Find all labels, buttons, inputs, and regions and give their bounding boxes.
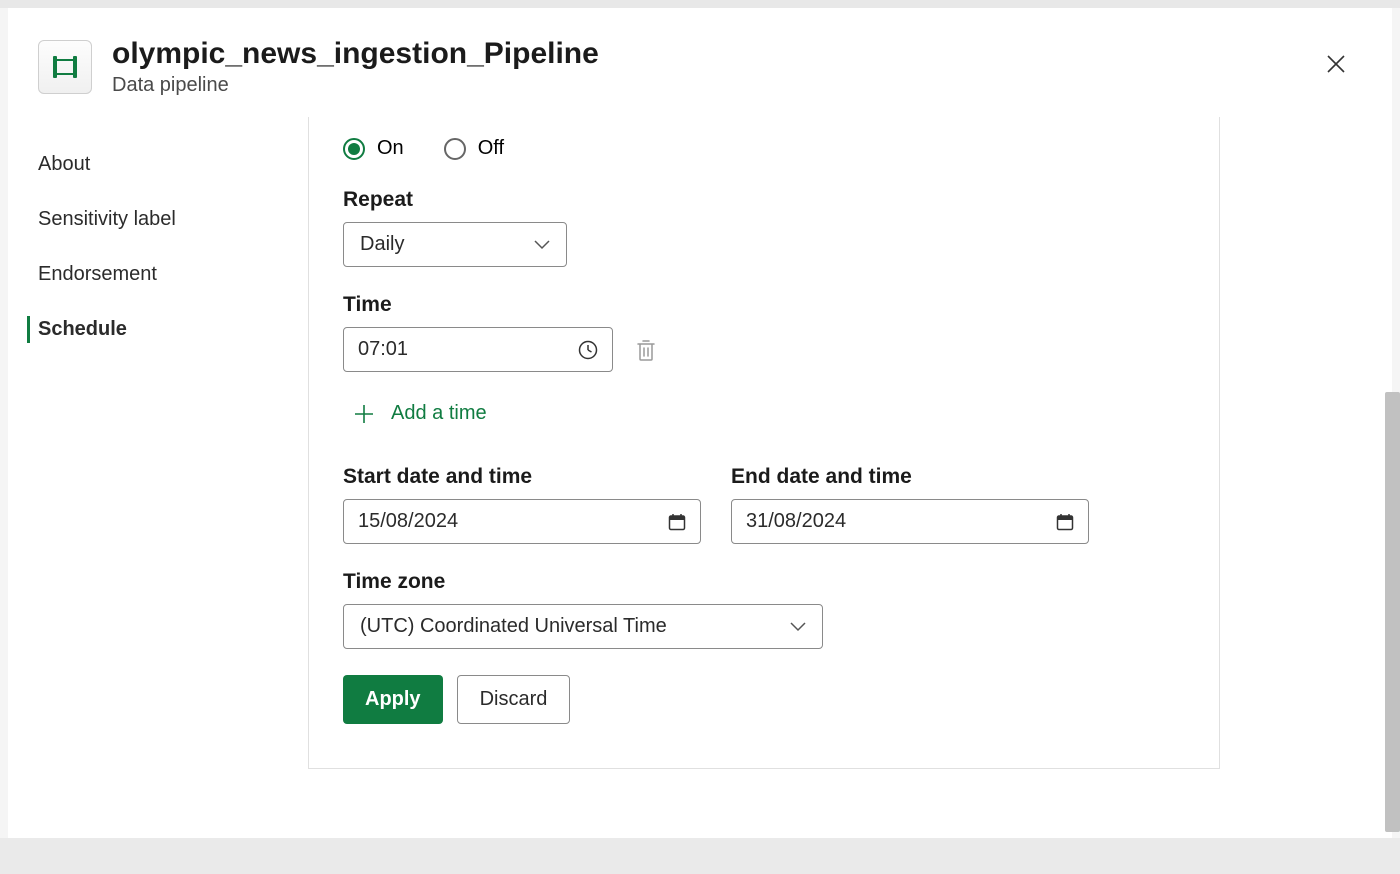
radio-label: Off: [478, 137, 504, 160]
chevron-down-icon: [534, 240, 550, 250]
close-icon: [1325, 53, 1347, 75]
add-time-label: Add a time: [391, 402, 487, 425]
plus-icon: [353, 403, 375, 425]
schedule-toggle-on[interactable]: On: [343, 137, 404, 160]
pipeline-icon: [38, 40, 92, 94]
schedule-form: On Off Repeat Daily Time: [308, 117, 1220, 769]
close-button[interactable]: [1320, 48, 1352, 80]
settings-panel: olympic_news_ingestion_Pipeline Data pip…: [8, 8, 1392, 866]
repeat-select[interactable]: Daily: [343, 222, 567, 267]
delete-time-button[interactable]: [631, 334, 661, 366]
sidebar-item-endorsement[interactable]: Endorsement: [30, 247, 308, 302]
sidebar: About Sensitivity label Endorsement Sche…: [8, 117, 308, 855]
sidebar-item-sensitivity-label[interactable]: Sensitivity label: [30, 192, 308, 247]
timezone-value: (UTC) Coordinated Universal Time: [360, 615, 667, 638]
start-date-input[interactable]: 15/08/2024: [343, 499, 701, 544]
calendar-icon: [1056, 513, 1074, 531]
scrollbar-thumb[interactable]: [1385, 392, 1400, 832]
time-label: Time: [343, 293, 1185, 317]
apply-button[interactable]: Apply: [343, 675, 443, 724]
radio-icon: [343, 138, 365, 160]
calendar-icon: [668, 513, 686, 531]
end-date-input[interactable]: 31/08/2024: [731, 499, 1089, 544]
sidebar-item-about[interactable]: About: [30, 137, 308, 192]
radio-icon: [444, 138, 466, 160]
end-date-value: 31/08/2024: [746, 510, 846, 533]
schedule-toggle: On Off: [343, 137, 1185, 160]
schedule-toggle-off[interactable]: Off: [444, 137, 504, 160]
start-date-value: 15/08/2024: [358, 510, 458, 533]
bottom-bar: [0, 838, 1400, 874]
repeat-value: Daily: [360, 233, 404, 256]
start-date-label: Start date and time: [343, 465, 701, 489]
clock-icon: [578, 340, 598, 360]
add-time-button[interactable]: Add a time: [343, 394, 497, 433]
timezone-label: Time zone: [343, 570, 1185, 594]
page-title: olympic_news_ingestion_Pipeline: [112, 36, 1362, 72]
radio-label: On: [377, 137, 404, 160]
header: olympic_news_ingestion_Pipeline Data pip…: [8, 8, 1392, 117]
time-value: 07:01: [358, 338, 408, 361]
discard-button[interactable]: Discard: [457, 675, 571, 724]
time-input[interactable]: 07:01: [343, 327, 613, 372]
page-subtitle: Data pipeline: [112, 74, 1362, 97]
sidebar-item-schedule[interactable]: Schedule: [30, 302, 308, 357]
repeat-label: Repeat: [343, 188, 1185, 212]
end-date-label: End date and time: [731, 465, 1089, 489]
timezone-select[interactable]: (UTC) Coordinated Universal Time: [343, 604, 823, 649]
trash-icon: [635, 338, 657, 362]
chevron-down-icon: [790, 622, 806, 632]
